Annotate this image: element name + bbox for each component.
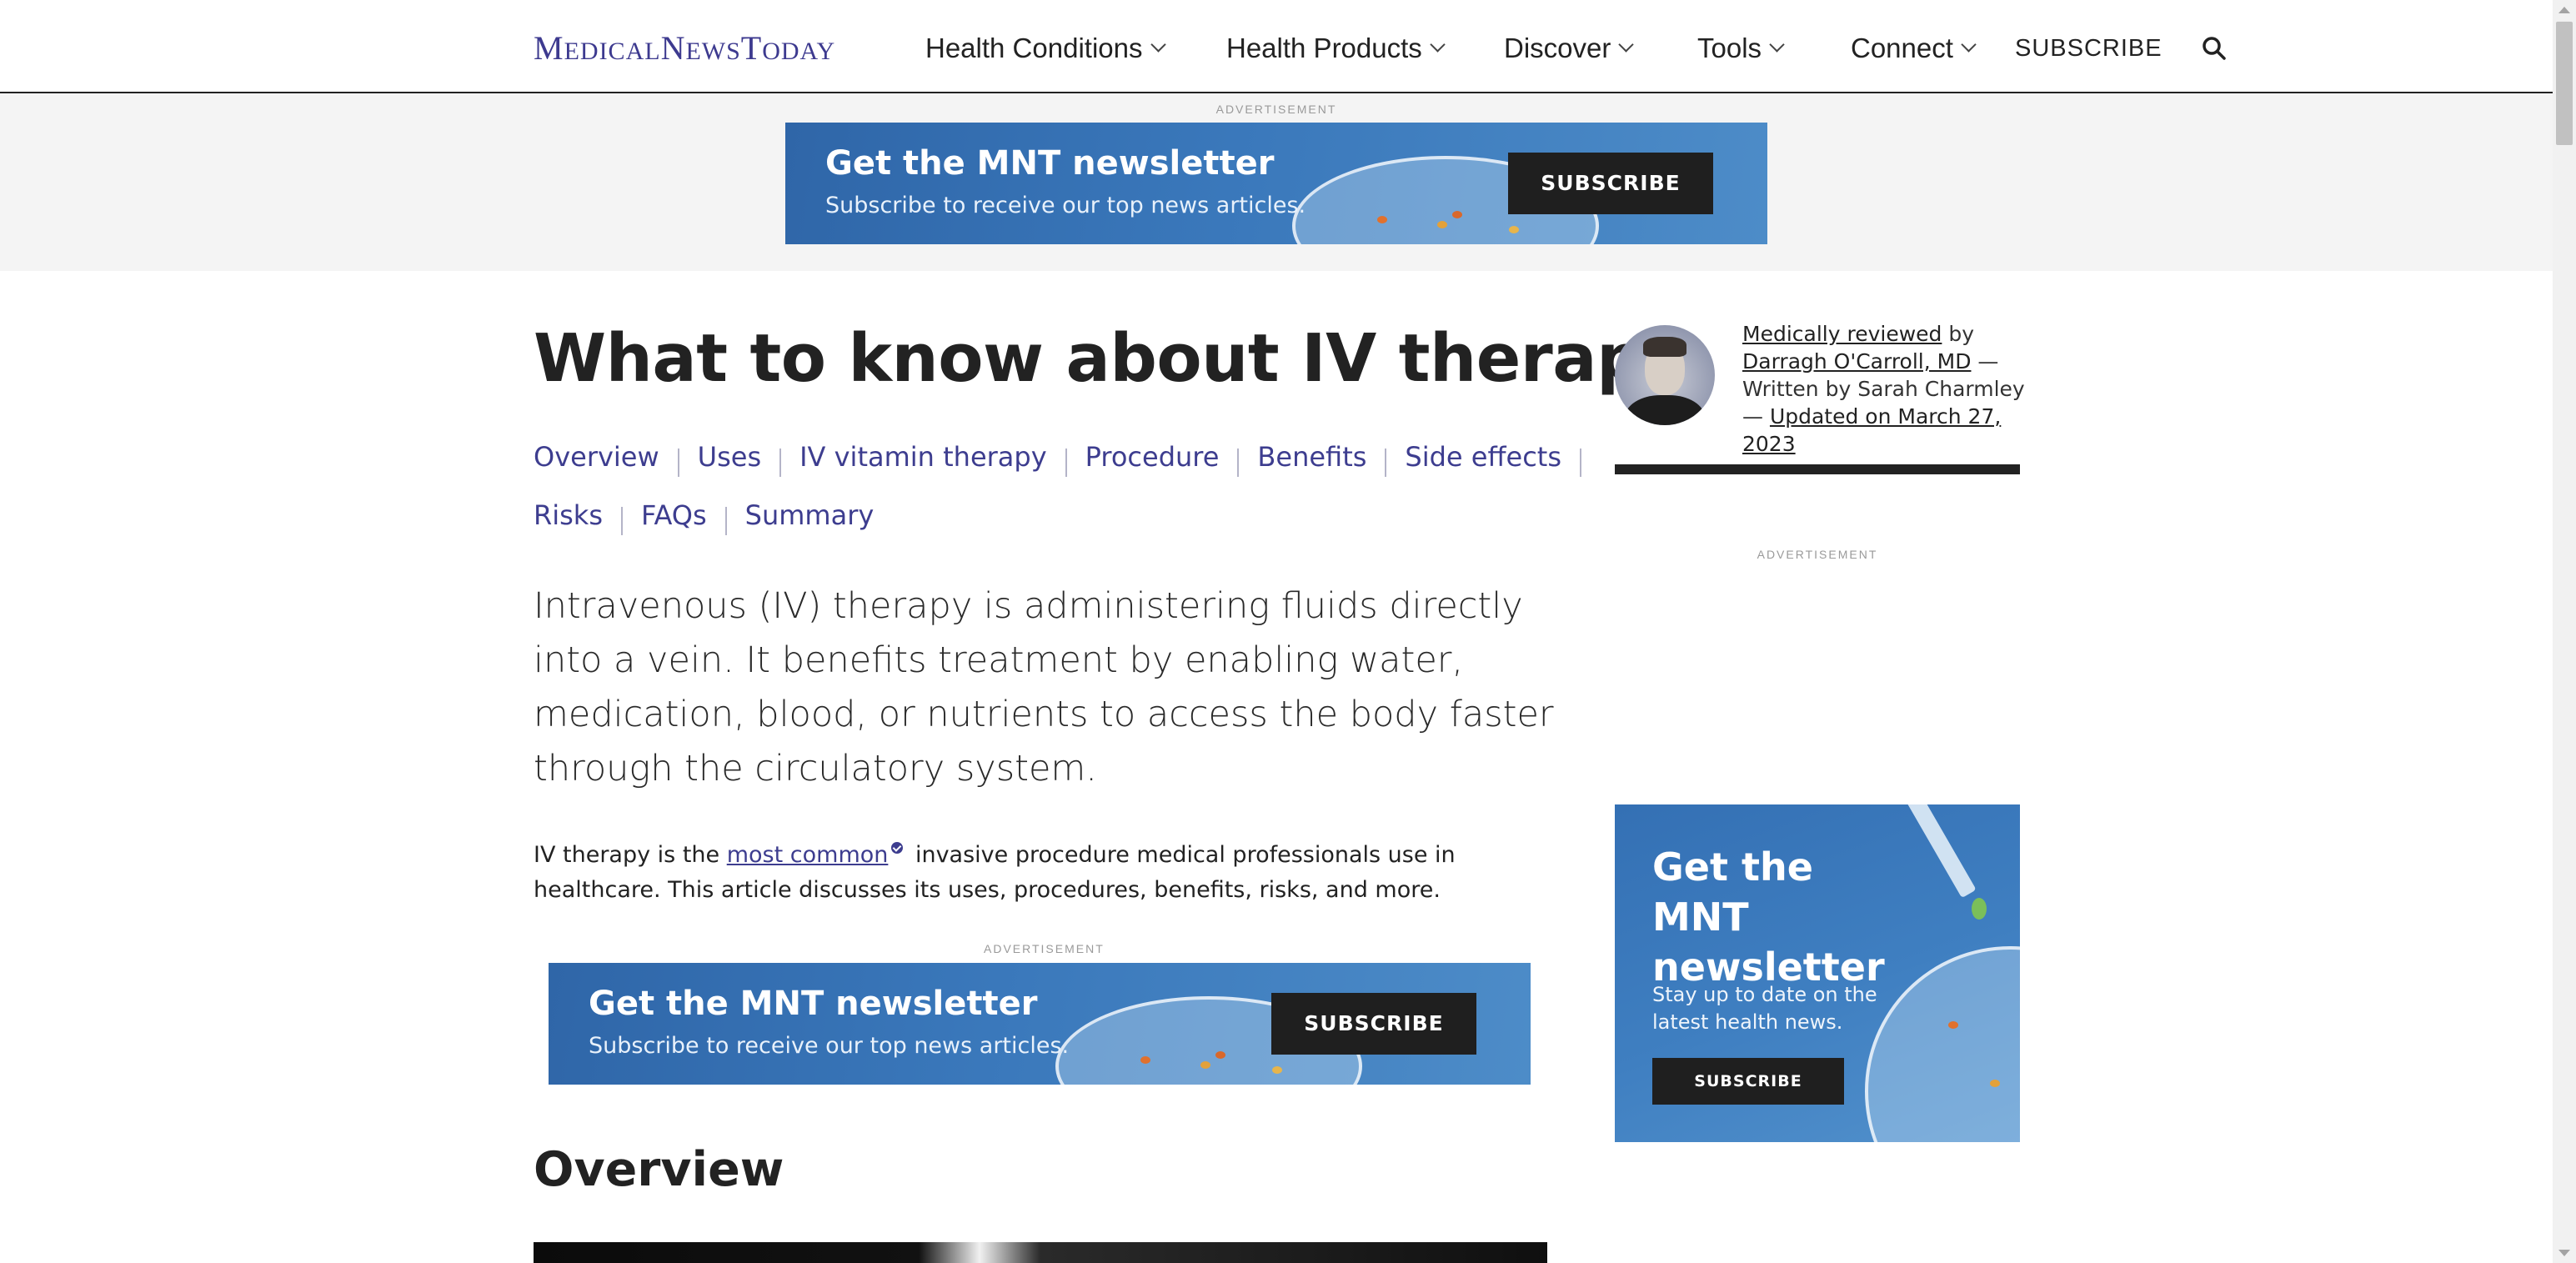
graphic-speck	[1272, 1066, 1282, 1074]
chevron-down-icon	[1150, 37, 1166, 53]
reviewer-name-link[interactable]: Darragh O'Carroll, MD	[1742, 349, 1971, 373]
toc-link-overview[interactable]: Overview	[534, 441, 659, 473]
sidebar-ad-subscribe-button[interactable]: SUBSCRIBE	[1652, 1058, 1844, 1105]
graphic-speck	[1948, 1021, 1958, 1029]
droplet-graphic	[1972, 898, 1987, 920]
graphic-speck	[1509, 226, 1519, 233]
toc-divider	[1385, 448, 1387, 477]
nav-label: Discover	[1504, 33, 1611, 63]
nav-connect[interactable]: Connect	[1851, 25, 1977, 72]
search-icon[interactable]	[2199, 33, 2229, 63]
overview-heading: Overview	[534, 1142, 784, 1197]
chevron-down-icon	[1430, 37, 1446, 53]
nav-label: Connect	[1851, 33, 1953, 63]
graphic-speck	[1377, 216, 1387, 223]
chevron-down-icon	[1769, 37, 1785, 53]
toc-divider	[779, 448, 782, 477]
toc-link-benefits[interactable]: Benefits	[1257, 441, 1366, 473]
toc-link-summary[interactable]: Summary	[745, 499, 875, 531]
nav-health-conditions[interactable]: Health Conditions	[925, 25, 1166, 72]
sidebar-ad-title: Get the MNT newsletter	[1652, 845, 1885, 990]
newsletter-sidebar-ad[interactable]: Get the MNT newsletter Stay up to date o…	[1615, 804, 2020, 1142]
graphic-speck	[1990, 1080, 2000, 1087]
nav-label: Health Conditions	[925, 33, 1143, 63]
sidebar-ad-subtitle: Stay up to date on the latest health new…	[1652, 983, 1877, 1034]
graphic-speck	[1452, 211, 1462, 218]
banner-subtitle: Subscribe to receive our top news articl…	[825, 193, 1306, 218]
toc-link-side-effects[interactable]: Side effects	[1405, 441, 1561, 473]
sidebar-divider	[1615, 464, 2020, 474]
banner-subscribe-button[interactable]: SUBSCRIBE	[1271, 993, 1476, 1055]
nav-health-products[interactable]: Health Products	[1226, 25, 1446, 72]
toc-link-uses[interactable]: Uses	[698, 441, 761, 473]
advertisement-label: ADVERTISEMENT	[984, 942, 1105, 955]
toc-link-iv-vitamin-therapy[interactable]: IV vitamin therapy	[799, 441, 1047, 473]
graphic-speck	[1200, 1061, 1210, 1069]
chevron-down-icon	[1618, 37, 1635, 53]
article-title: What to know about IV therapy	[534, 320, 1686, 397]
pipette-graphic	[1891, 804, 1977, 899]
banner-title: Get the MNT newsletter	[589, 985, 1038, 1023]
scroll-up-arrow-icon[interactable]	[2558, 7, 2570, 13]
medically-reviewed-link[interactable]: Medically reviewed	[1742, 322, 1942, 346]
toc-link-procedure[interactable]: Procedure	[1085, 441, 1220, 473]
nav-label: Tools	[1697, 33, 1762, 63]
article-byline: Medically reviewed by Darragh O'Carroll,…	[1742, 320, 2034, 458]
article-hero-image	[534, 1242, 1547, 1263]
newsletter-banner-top[interactable]: Get the MNT newsletter Subscribe to rece…	[785, 123, 1767, 244]
banner-title: Get the MNT newsletter	[825, 144, 1275, 183]
banner-subtitle: Subscribe to receive our top news articl…	[589, 1033, 1070, 1059]
graphic-speck	[1437, 221, 1447, 228]
nav-tools[interactable]: Tools	[1697, 25, 1785, 72]
advertisement-label: ADVERTISEMENT	[1757, 548, 1878, 561]
para-text: IV therapy is the	[534, 842, 727, 868]
nav-subscribe-link[interactable]: SUBSCRIBE	[2015, 25, 2163, 72]
most-common-link[interactable]: most common	[727, 842, 889, 868]
top-ad-band: ADVERTISEMENT Get the MNT newsletter Sub…	[0, 93, 2553, 271]
toc-divider	[677, 448, 679, 477]
page-scrollbar[interactable]	[2553, 0, 2576, 1263]
avatar-shoulders	[1625, 395, 1705, 425]
toc-divider	[1065, 448, 1067, 477]
avatar-hair	[1643, 337, 1686, 357]
toc-row: Risks FAQs Summary	[534, 494, 1567, 552]
toc-link-faqs[interactable]: FAQs	[641, 499, 707, 531]
toc-divider	[724, 506, 727, 535]
table-of-contents: Overview Uses IV vitamin therapy Procedure B…	[534, 435, 1582, 552]
toc-row: Overview Uses IV vitamin therapy Procedure B…	[534, 435, 1582, 494]
byline-text: by	[1942, 322, 1975, 346]
chevron-down-icon	[1961, 37, 1977, 53]
updated-date-link[interactable]: Updated on March 27, 2023	[1742, 404, 2001, 456]
toc-divider	[621, 506, 623, 535]
reviewer-avatar[interactable]	[1615, 325, 1715, 425]
scroll-down-arrow-icon[interactable]	[2558, 1250, 2570, 1256]
newsletter-banner-inline[interactable]: Get the MNT newsletter Subscribe to rece…	[549, 963, 1531, 1085]
toc-divider	[1580, 448, 1582, 477]
banner-subscribe-button[interactable]: SUBSCRIBE	[1508, 153, 1713, 214]
top-navigation: MEDICALNEWSTODAY Health Conditions Healt…	[0, 0, 2553, 93]
nav-discover[interactable]: Discover	[1504, 25, 1635, 72]
toc-divider	[1237, 448, 1240, 477]
graphic-speck	[1215, 1051, 1225, 1059]
site-logo[interactable]: MEDICALNEWSTODAY	[534, 25, 835, 72]
nav-label: Health Products	[1226, 33, 1422, 63]
article-lede: Intravenous (IV) therapy is administerin…	[534, 585, 1554, 789]
verified-source-icon[interactable]	[891, 842, 904, 854]
advertisement-label: ADVERTISEMENT	[1215, 103, 1337, 116]
toc-link-risks[interactable]: Risks	[534, 499, 603, 531]
scrollbar-thumb[interactable]	[2556, 22, 2573, 145]
graphic-speck	[1140, 1056, 1150, 1064]
article-intro-paragraph: IV therapy is the most common invasive p…	[534, 838, 1567, 908]
